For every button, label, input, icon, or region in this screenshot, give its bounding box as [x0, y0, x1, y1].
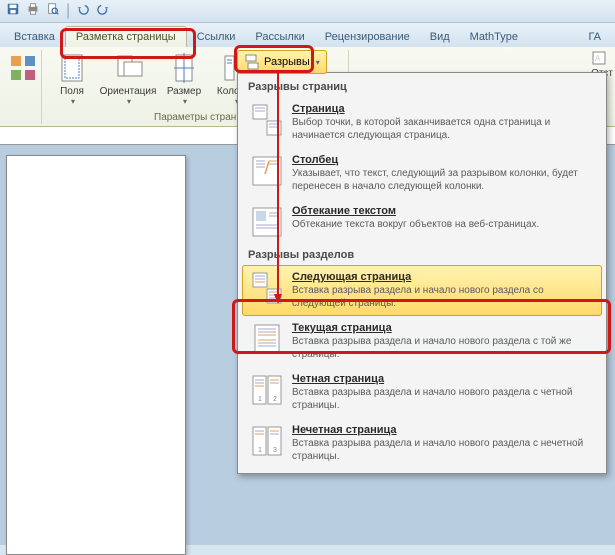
- themes-button[interactable]: [9, 50, 37, 88]
- preview-icon[interactable]: [46, 2, 60, 21]
- item-continuous[interactable]: Текущая страницаВставка разрыва раздела …: [242, 316, 602, 367]
- textwrap-break-icon: [250, 205, 284, 239]
- svg-text:A: A: [595, 54, 601, 63]
- item-next-page-desc: Вставка разрыва раздела и начало нового …: [292, 284, 594, 310]
- breaks-dropdown: Разрывы страниц СтраницаВыбор точки, в к…: [237, 72, 607, 474]
- breaks-label: Разрывы: [264, 56, 310, 68]
- svg-text:1: 1: [258, 447, 262, 454]
- print-icon[interactable]: [26, 2, 40, 21]
- item-textwrap-title: Обтекание текстом: [292, 205, 594, 217]
- watermark-hint-icon[interactable]: A: [591, 50, 613, 66]
- tab-truncated[interactable]: ГА: [578, 27, 611, 47]
- tab-review[interactable]: Рецензирование: [315, 27, 420, 47]
- item-even-page[interactable]: 12 Четная страницаВставка разрыва раздел…: [242, 367, 602, 418]
- orientation-button[interactable]: Ориентация▾: [98, 50, 158, 108]
- item-odd-page-desc: Вставка разрыва раздела и начало нового …: [292, 437, 594, 463]
- qat-separator: |: [66, 2, 70, 20]
- orientation-label: Ориентация: [100, 86, 157, 97]
- size-label: Размер: [167, 86, 201, 97]
- tab-insert[interactable]: Вставка: [4, 27, 65, 47]
- size-button[interactable]: Размер▾: [158, 50, 210, 108]
- page-break-icon: [250, 103, 284, 137]
- column-break-icon: [250, 154, 284, 188]
- tab-references[interactable]: Ссылки: [187, 27, 246, 47]
- item-even-page-title: Четная страница: [292, 373, 594, 385]
- redo-icon[interactable]: [96, 2, 110, 21]
- margins-button[interactable]: Поля▾: [46, 50, 98, 108]
- item-page-desc: Выбор точки, в которой заканчивается одн…: [292, 116, 594, 142]
- tab-page-layout[interactable]: Разметка страницы: [65, 26, 187, 47]
- item-next-page[interactable]: Следующая страницаВставка разрыва раздел…: [242, 265, 602, 316]
- margins-label: Поля: [60, 86, 84, 97]
- item-page[interactable]: СтраницаВыбор точки, в которой заканчива…: [242, 97, 602, 148]
- svg-text:1: 1: [258, 396, 262, 403]
- tab-mathtype[interactable]: MathType: [460, 27, 528, 47]
- margins-icon: [56, 52, 88, 84]
- item-column[interactable]: СтолбецУказывает, что текст, следующий з…: [242, 148, 602, 199]
- even-page-break-icon: 12: [250, 373, 284, 407]
- svg-text:3: 3: [273, 447, 277, 454]
- item-next-page-title: Следующая страница: [292, 271, 594, 283]
- odd-page-break-icon: 13: [250, 424, 284, 458]
- item-continuous-desc: Вставка разрыва раздела и начало нового …: [292, 335, 594, 361]
- breaks-icon: [244, 54, 260, 70]
- section-section-breaks: Разрывы разделов: [242, 245, 602, 265]
- chevron-down-icon: ▾: [316, 58, 320, 67]
- save-icon[interactable]: [6, 2, 20, 21]
- tab-mailings[interactable]: Рассылки: [245, 27, 314, 47]
- breaks-button[interactable]: Разрывы ▾: [237, 50, 327, 74]
- svg-text:2: 2: [273, 396, 277, 403]
- item-column-desc: Указывает, что текст, следующий за разры…: [292, 167, 594, 193]
- undo-icon[interactable]: [76, 2, 90, 21]
- item-even-page-desc: Вставка разрыва раздела и начало нового …: [292, 386, 594, 412]
- item-page-title: Страница: [292, 103, 594, 115]
- quick-access-toolbar: |: [0, 0, 615, 23]
- themes-icon: [7, 52, 39, 84]
- size-icon: [168, 52, 200, 84]
- section-page-breaks: Разрывы страниц: [242, 77, 602, 97]
- tab-view[interactable]: Вид: [420, 27, 460, 47]
- group-themes: [5, 50, 42, 124]
- continuous-break-icon: [250, 322, 284, 356]
- item-continuous-title: Текущая страница: [292, 322, 594, 334]
- next-page-break-icon: [250, 271, 284, 305]
- item-textwrap[interactable]: Обтекание текстомОбтекание текста вокруг…: [242, 199, 602, 245]
- item-textwrap-desc: Обтекание текста вокруг объектов на веб-…: [292, 218, 594, 231]
- ribbon-tabs: Вставка Разметка страницы Ссылки Рассылк…: [0, 23, 615, 47]
- item-odd-page[interactable]: 13 Нечетная страницаВставка разрыва разд…: [242, 418, 602, 469]
- item-column-title: Столбец: [292, 154, 594, 166]
- orientation-icon: [112, 52, 144, 84]
- page-preview[interactable]: [6, 155, 186, 555]
- item-odd-page-title: Нечетная страница: [292, 424, 594, 436]
